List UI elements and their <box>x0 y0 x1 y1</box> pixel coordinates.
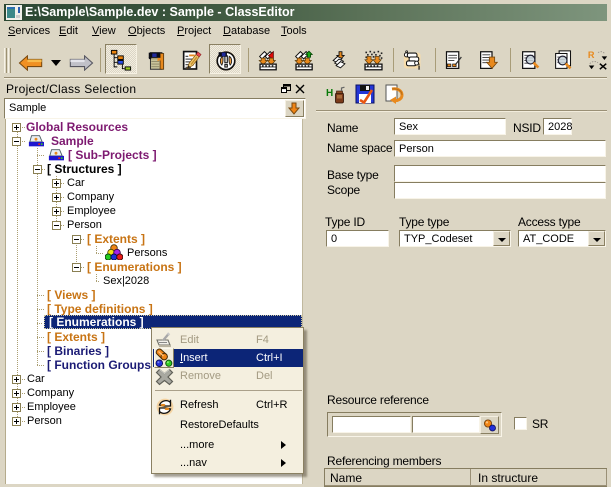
svg-text:R: R <box>588 50 595 60</box>
svg-text:H: H <box>326 88 333 99</box>
